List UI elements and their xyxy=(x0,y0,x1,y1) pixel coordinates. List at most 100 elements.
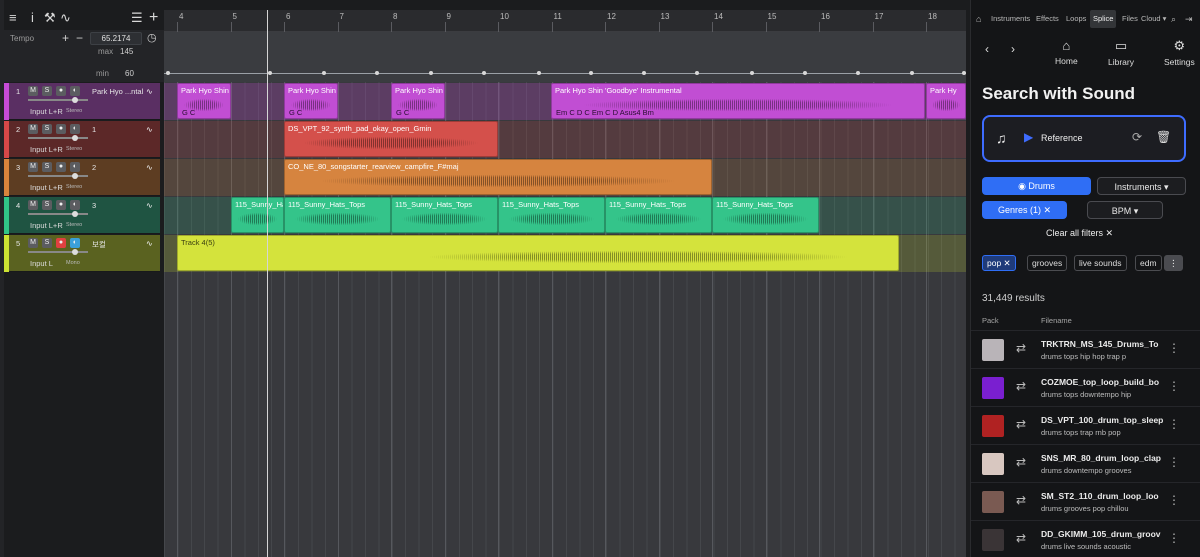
tempo-point[interactable] xyxy=(695,71,699,75)
tempo-clock-icon[interactable]: ◷ xyxy=(147,31,157,44)
close-icon[interactable]: ✕ xyxy=(1001,258,1011,268)
mute-button[interactable]: M xyxy=(28,162,38,172)
record-arm-button[interactable]: ● xyxy=(56,200,66,210)
chip-pop[interactable]: pop ✕ xyxy=(982,255,1016,271)
more-chips-icon[interactable]: ⋮ xyxy=(1164,255,1183,271)
clip[interactable]: Park Hyo Shin G C xyxy=(177,83,231,119)
tempo-point[interactable] xyxy=(482,71,486,75)
result-row[interactable]: ⇄ SNS_MR_80_drum_loop_clap drums downtem… xyxy=(971,444,1200,484)
clip[interactable]: Track 4(5) xyxy=(177,235,899,271)
arrangement-area[interactable]: Park Hyo Shin G C Park Hyo Shin G C Park H… xyxy=(164,82,966,557)
reference-card[interactable]: ♫ ▶ Reference ⟳ 🗑 xyxy=(982,115,1186,162)
solo-button[interactable]: S xyxy=(42,162,52,172)
tempo-point[interactable] xyxy=(537,71,541,75)
automation-icon[interactable]: ∿ xyxy=(60,8,71,28)
track-name[interactable]: 보컬 xyxy=(92,239,106,250)
track-header[interactable]: 5 M S ● ◐ 보컬 ∿ Input L Mono xyxy=(4,235,160,272)
menu-icon[interactable]: ≡ xyxy=(9,8,17,28)
volume-fader[interactable] xyxy=(28,99,88,101)
tab-splice[interactable]: Splice xyxy=(1090,10,1117,28)
tempo-point[interactable] xyxy=(589,71,593,75)
waveform-icon[interactable]: ∿ xyxy=(146,239,153,248)
result-row[interactable]: ⇄ SM_ST2_110_drum_loop_loo drums grooves… xyxy=(971,482,1200,522)
pack-thumbnail[interactable] xyxy=(982,491,1004,513)
monitor-button[interactable]: ◐ xyxy=(70,86,80,96)
clip[interactable]: 115_Sunny_Hats_Tops xyxy=(498,197,605,233)
solo-button[interactable]: S xyxy=(42,86,52,96)
more-options-icon[interactable]: ⋮ xyxy=(1168,493,1180,507)
timeline-ruler[interactable]: 4 5 6 7 8 9 10 11 12 13 14 15 16 17 18 xyxy=(164,10,966,32)
pack-thumbnail[interactable] xyxy=(982,377,1004,399)
tool-icon[interactable]: ⚒ xyxy=(44,8,56,28)
track-input[interactable]: Input L+R xyxy=(30,221,63,230)
track-input[interactable]: Input L+R xyxy=(30,183,63,192)
clip[interactable]: Park Hyo Shin G C xyxy=(284,83,338,119)
clip[interactable]: Park Hyo Shin G C xyxy=(391,83,445,119)
volume-fader[interactable] xyxy=(28,251,88,253)
result-filename[interactable]: COZMOE_top_loop_build_bo xyxy=(1041,377,1173,387)
solo-button[interactable]: S xyxy=(42,238,52,248)
pack-thumbnail[interactable] xyxy=(982,453,1004,475)
clip[interactable]: Park Hy xyxy=(926,83,966,119)
trash-icon[interactable]: 🗑 xyxy=(1156,130,1171,144)
genres-filter-button[interactable]: Genres (1) ✕ xyxy=(982,201,1067,219)
tempo-plus-button[interactable]: + xyxy=(62,31,69,45)
waveform-icon[interactable]: ∿ xyxy=(146,201,153,210)
track-input[interactable]: Input L xyxy=(30,259,53,268)
collapse-icon[interactable]: ⇥ xyxy=(1185,10,1193,28)
clip[interactable]: CO_NE_80_songstarter_rearview_campfire_F… xyxy=(284,159,712,195)
forward-arrow-icon[interactable]: › xyxy=(1011,42,1015,56)
track-header[interactable]: 4 M S ● ◐ 3 ∿ Input L+R Stereo xyxy=(4,197,160,234)
volume-fader[interactable] xyxy=(28,137,88,139)
more-options-icon[interactable]: ⋮ xyxy=(1168,531,1180,545)
tempo-point[interactable] xyxy=(750,71,754,75)
track-name[interactable]: Park Hyo ...ntal xyxy=(92,87,143,96)
more-options-icon[interactable]: ⋮ xyxy=(1168,379,1180,393)
tempo-point[interactable] xyxy=(166,71,170,75)
tempo-point[interactable] xyxy=(268,71,272,75)
add-track-icon[interactable]: + xyxy=(149,8,158,28)
track-input[interactable]: Input L+R xyxy=(30,107,63,116)
chip-live-sounds[interactable]: live sounds xyxy=(1074,255,1127,271)
clip[interactable]: 115_Sunny_Hats_Tops xyxy=(605,197,712,233)
tab-effects[interactable]: Effects xyxy=(1036,10,1059,28)
search-icon[interactable]: ⌕ xyxy=(1171,10,1176,28)
nav-home[interactable]: ⌂ Home xyxy=(1055,38,1078,66)
volume-fader[interactable] xyxy=(28,213,88,215)
clip[interactable]: Park Hyo Shin 'Goodbye' Instrumental Em C… xyxy=(551,83,925,119)
more-options-icon[interactable]: ⋮ xyxy=(1168,455,1180,469)
tempo-point[interactable] xyxy=(803,71,807,75)
tab-loops[interactable]: Loops xyxy=(1066,10,1086,28)
result-row[interactable]: ⇄ TRKTRN_MS_145_Drums_To drums tops hip … xyxy=(971,330,1200,370)
solo-button[interactable]: S xyxy=(42,124,52,134)
waveform-icon[interactable]: ∿ xyxy=(146,125,153,134)
monitor-button[interactable]: ◐ xyxy=(70,124,80,134)
monitor-button[interactable]: ◐ xyxy=(70,200,80,210)
mute-button[interactable]: M xyxy=(28,86,38,96)
result-row[interactable]: ⇄ COZMOE_top_loop_build_bo drums tops do… xyxy=(971,368,1200,408)
tempo-point[interactable] xyxy=(322,71,326,75)
tab-files[interactable]: Files xyxy=(1122,10,1138,28)
clip[interactable]: 115_Sunny_Hats_Tops xyxy=(391,197,498,233)
pack-thumbnail[interactable] xyxy=(982,529,1004,551)
result-row[interactable]: ⇄ DD_GKIMM_105_drum_groov drums live sou… xyxy=(971,520,1200,557)
nav-settings[interactable]: ⚙ Settings xyxy=(1164,38,1195,67)
tempo-point[interactable] xyxy=(910,71,914,75)
track-name[interactable]: 2 xyxy=(92,163,96,172)
back-arrow-icon[interactable]: ‹ xyxy=(985,42,989,56)
track-header[interactable]: 2 M S ● ◐ 1 ∿ Input L+R Stereo xyxy=(4,121,160,158)
tempo-automation-lane[interactable] xyxy=(164,32,966,82)
clip[interactable]: 115_Sunny_Hats_Tops xyxy=(284,197,391,233)
track-input[interactable]: Input L+R xyxy=(30,145,63,154)
record-arm-button[interactable]: ● xyxy=(56,124,66,134)
pack-thumbnail[interactable] xyxy=(982,339,1004,361)
waveform-icon[interactable]: ∿ xyxy=(146,87,153,96)
record-arm-button[interactable]: ● xyxy=(56,162,66,172)
track-header[interactable]: 3 M S ● ◐ 2 ∿ Input L+R Stereo xyxy=(4,159,160,196)
tab-cloud[interactable]: Cloud ▾ xyxy=(1141,10,1166,28)
more-options-icon[interactable]: ⋮ xyxy=(1168,341,1180,355)
monitor-button[interactable]: ◐ xyxy=(70,238,80,248)
volume-knob[interactable] xyxy=(72,249,78,255)
instruments-dropdown[interactable]: Instruments ▾ xyxy=(1097,177,1186,195)
pack-thumbnail[interactable] xyxy=(982,415,1004,437)
